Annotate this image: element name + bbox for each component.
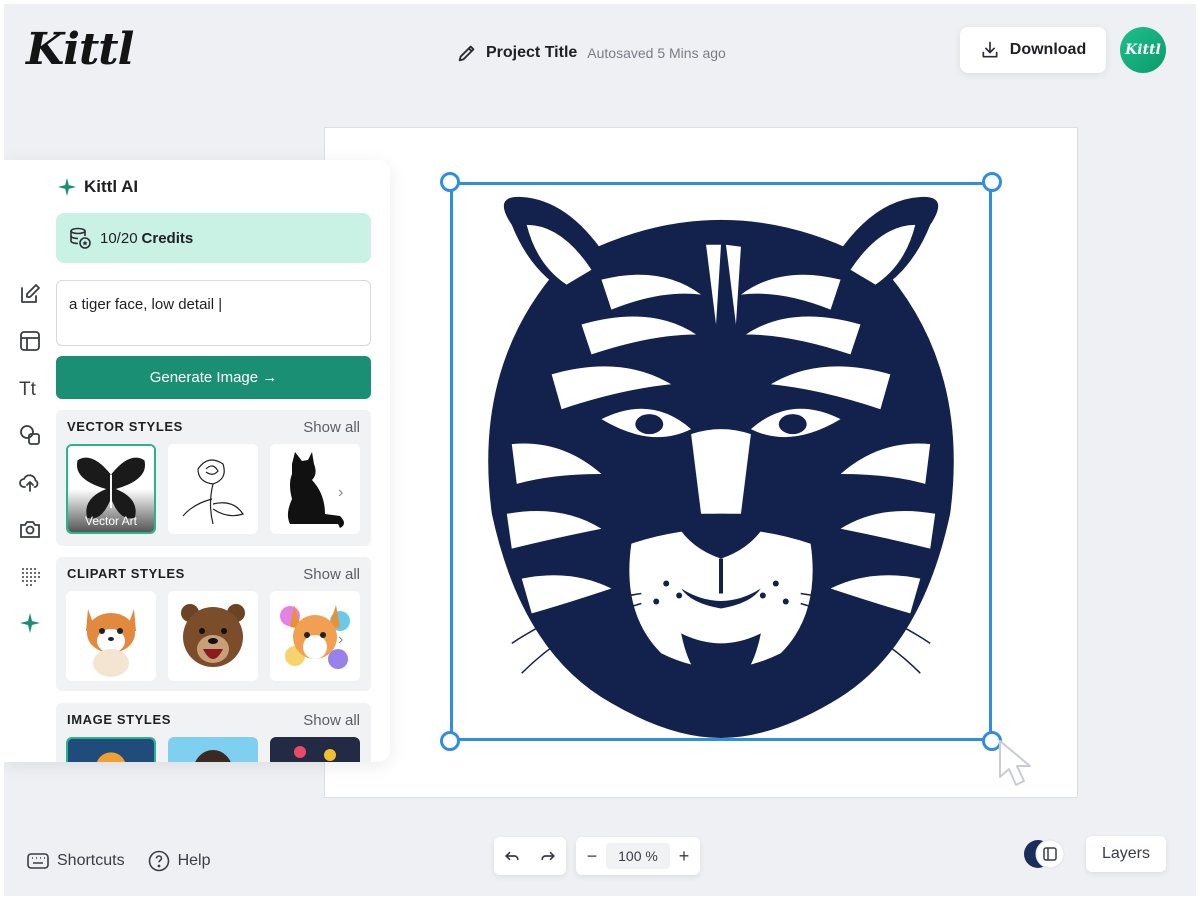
ai-panel-header: Kittl AI [56,176,138,198]
upload-tool[interactable] [16,468,44,496]
show-all-link[interactable]: Show all [303,419,360,436]
image-style-3-image [270,737,360,762]
sparkle-icon [20,613,40,633]
project-title[interactable]: Project Title [486,44,577,62]
undo-redo-group [494,837,566,875]
edit-tool[interactable] [16,280,44,308]
corgi-clipart-image [86,609,136,677]
ai-tool[interactable] [16,609,44,637]
upload-icon [19,474,39,492]
undo-icon[interactable] [502,846,522,866]
help-label: Help [177,852,211,869]
image-styles-section: IMAGE STYLES Show all [56,703,371,762]
zoom-value[interactable]: 100 % [606,843,670,869]
kittl-logo[interactable]: Kittl [26,24,134,75]
shapes-tool[interactable] [16,421,44,449]
ai-panel-title: Kittl AI [84,177,139,196]
help-icon [148,850,169,872]
chevron-right-icon[interactable]: › [338,484,352,501]
section-title: VECTOR STYLES [67,419,183,434]
style-thumb-bear[interactable] [168,591,258,681]
bear-clipart-image [181,604,245,667]
section-title: CLIPART STYLES [67,566,185,581]
rose-line-image [182,459,244,525]
edit-icon [21,284,40,303]
dots-icon [22,568,40,586]
resize-handle-bottom-left[interactable] [440,731,460,751]
style-thumb-image-3[interactable] [270,737,360,762]
style-thumb-label: Vector Art [84,514,138,528]
style-thumb-corgi[interactable] [66,591,156,681]
style-thumb-rose[interactable] [168,444,258,534]
bottom-left-links: Shortcuts Help [26,849,211,873]
app-window: Kittl Project Title Autosaved 5 Mins ago… [4,4,1196,896]
style-thumb-butterfly[interactable]: Vector Art [66,444,156,534]
text-icon-glyph: Tt [19,379,37,400]
pencil-icon[interactable] [456,42,478,64]
avatar[interactable]: Kittl [1120,27,1166,73]
photos-tool[interactable] [16,515,44,543]
image-style-1-image [68,739,154,762]
mouse-cursor-icon [999,740,1031,786]
project-info: Project Title Autosaved 5 Mins ago [456,42,726,64]
patterns-tool[interactable] [16,562,44,590]
download-label: Download [1009,41,1087,58]
coins-icon [70,227,91,249]
shortcuts-button[interactable]: Shortcuts [26,849,125,873]
shapes-icon [20,425,40,445]
show-all-link[interactable]: Show all [303,566,360,583]
zoom-in-button[interactable]: + [676,846,692,867]
download-icon [982,41,998,58]
sparkle-icon [57,177,77,197]
templates-tool[interactable] [16,327,44,355]
text-tool[interactable]: Tt [16,374,44,402]
shortcuts-label: Shortcuts [57,852,125,869]
zoom-control: − 100 % + [576,837,700,875]
prompt-input[interactable]: a tiger face, low detail | [56,280,371,346]
style-thumb-image-2[interactable] [168,737,258,762]
vector-styles-section: VECTOR STYLES Show all Vector Art › [56,410,371,546]
show-all-link[interactable]: Show all [303,712,360,729]
credits-badge[interactable]: 10/20 Credits [56,213,371,263]
section-title: IMAGE STYLES [67,712,171,727]
help-button[interactable]: Help [147,849,211,873]
ai-panel: Tt Kittl AI 10/20 Credits a tiger face, … [4,160,390,762]
resize-handle-top-left[interactable] [440,172,460,192]
camera-icon [20,521,40,538]
layers-button[interactable]: Layers [1086,836,1166,872]
generate-image-button[interactable]: Generate Image → [56,356,371,399]
download-button[interactable]: Download [960,27,1106,73]
text-icon: Tt [19,379,37,400]
credits-label: Credits [141,229,194,247]
layout-icon [20,331,40,351]
theme-toggle[interactable] [1022,838,1068,870]
clipart-styles-section: CLIPART STYLES Show all › [56,557,371,691]
zoom-out-button[interactable]: − [584,846,600,867]
keyboard-icon [27,853,49,869]
autosave-status: Autosaved 5 Mins ago [587,45,726,61]
resize-handle-top-right[interactable] [982,172,1002,192]
chevron-right-icon[interactable]: › [338,631,352,648]
image-style-2-image [168,737,258,762]
redo-icon[interactable] [538,846,558,866]
credits-value: 10/20 [100,229,138,247]
style-thumb-image-1[interactable] [66,737,156,762]
selection-box[interactable] [450,182,992,741]
